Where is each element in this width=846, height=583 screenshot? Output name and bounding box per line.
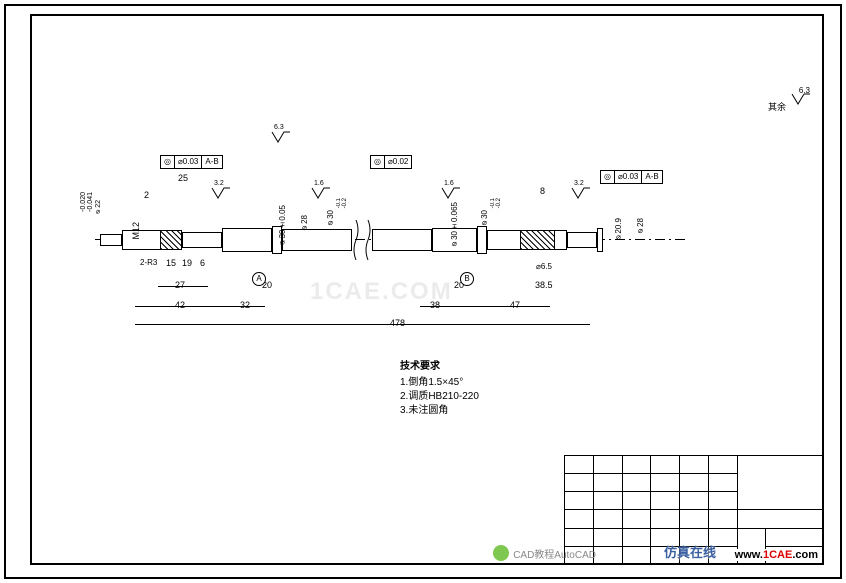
wechat-attribution: CAD教程AutoCAD bbox=[493, 545, 596, 561]
shaft-seg-1-hatch bbox=[160, 230, 182, 250]
dimline bbox=[158, 286, 208, 287]
dim-8: 8 bbox=[540, 186, 545, 196]
sf-16a: 1.6 bbox=[314, 180, 324, 187]
shaft-seg-shoulder-b bbox=[477, 226, 487, 254]
dim-385: 38.5 bbox=[535, 280, 553, 290]
tech-note-2: 2.调质HB210-220 bbox=[400, 390, 479, 404]
surface-finish-icon bbox=[270, 130, 290, 144]
dim-47: 47 bbox=[510, 300, 520, 310]
break-symbol bbox=[352, 220, 372, 260]
dim-6: 6 bbox=[200, 258, 205, 268]
dim-2: 2 bbox=[144, 190, 149, 200]
gdt-symbol-icon: ◎ bbox=[371, 156, 385, 168]
dim-d65: ⌀6.5 bbox=[536, 262, 552, 271]
dim-25: 25 bbox=[178, 173, 188, 183]
shaft-seg-endcap bbox=[597, 228, 603, 252]
sf-16b: 1.6 bbox=[444, 180, 454, 187]
sf-63: 6.3 bbox=[274, 124, 284, 131]
dim-19: 19 bbox=[182, 258, 192, 268]
gdt-frame-center: ◎ ⌀0.02 bbox=[370, 155, 412, 169]
dim-d30body-tol: -0.1 -0.2 bbox=[336, 198, 348, 208]
wechat-text: CAD教程AutoCAD bbox=[513, 546, 596, 561]
watermark-center: 1CAE.COM bbox=[310, 278, 453, 306]
gdt-frame-left: ◎ ⌀0.03 A-B bbox=[160, 155, 223, 169]
dim-478: 478 bbox=[390, 318, 405, 328]
dim-d22: ⌀22 bbox=[95, 200, 103, 216]
shaft-seg-2 bbox=[182, 232, 222, 248]
gdt-datum: A-B bbox=[202, 156, 221, 168]
dim-32: 32 bbox=[240, 300, 250, 310]
shaft-seg-end bbox=[567, 232, 597, 248]
surface-finish-icon bbox=[440, 186, 460, 200]
gdt-tol: ⌀0.02 bbox=[385, 156, 411, 168]
dim-m12: M12 bbox=[131, 222, 141, 240]
dim-27: 27 bbox=[175, 280, 185, 290]
dim-d30c-tol: -0.1 -0.2 bbox=[490, 198, 502, 208]
dim-d30c: ⌀30 bbox=[480, 210, 489, 228]
dimline bbox=[135, 324, 590, 325]
gdt-frame-right: ◎ ⌀0.03 A-B bbox=[600, 170, 663, 184]
dim-r3: 2-R3 bbox=[140, 258, 157, 267]
gdt-symbol-icon: ◎ bbox=[161, 156, 175, 168]
dim-d28r: ⌀28 bbox=[636, 218, 645, 236]
dim-42: 42 bbox=[175, 300, 185, 310]
brand-watermark: 仿真在线 bbox=[664, 542, 716, 561]
dim-15: 15 bbox=[166, 258, 176, 268]
domain-watermark: www.1CAE.com bbox=[735, 549, 818, 561]
general-finish-label: 其余 bbox=[768, 100, 786, 113]
dimline bbox=[420, 306, 550, 307]
gdt-tol: ⌀0.03 bbox=[175, 156, 202, 168]
sf-32a: 3.2 bbox=[214, 180, 224, 187]
wechat-icon bbox=[493, 545, 509, 561]
dim-d30a: ⌀30±0.05 bbox=[278, 205, 287, 247]
shaft-seg-key-hatch bbox=[520, 230, 555, 250]
shaft-drawing bbox=[100, 220, 680, 260]
shaft-seg-body-l bbox=[282, 229, 352, 251]
dim-d209: ⌀20.9 bbox=[614, 218, 623, 243]
sf-32b: 3.2 bbox=[574, 180, 584, 187]
gdt-tol: ⌀0.03 bbox=[615, 171, 642, 183]
datum-b-icon: B bbox=[460, 272, 474, 286]
surface-finish-icon bbox=[570, 186, 590, 200]
technical-notes: 技术要求 1.倒角1.5×45° 2.调质HB210-220 3.未注圆角 bbox=[400, 360, 479, 418]
surface-finish-icon bbox=[310, 186, 330, 200]
shaft-seg-thread bbox=[100, 234, 122, 246]
shaft-seg-3 bbox=[222, 228, 272, 252]
tech-note-3: 3.未注圆角 bbox=[400, 404, 479, 418]
dimline bbox=[135, 306, 265, 307]
dim-d28: ⌀28 bbox=[300, 215, 309, 233]
tech-note-1: 1.倒角1.5×45° bbox=[400, 376, 479, 390]
dim-d22-tol: -0.020 -0.041 bbox=[80, 192, 94, 212]
surface-finish-icon bbox=[210, 186, 230, 200]
datum-a-icon: A bbox=[252, 272, 266, 286]
others-text: 其余 bbox=[768, 102, 786, 112]
gdt-datum: A-B bbox=[642, 171, 661, 183]
gdt-symbol-icon: ◎ bbox=[601, 171, 615, 183]
shaft-seg-body-r bbox=[372, 229, 432, 251]
dim-d30b: ⌀30±0.065 bbox=[450, 202, 459, 249]
tech-notes-title: 技术要求 bbox=[400, 360, 479, 374]
general-finish-value: 6.3 bbox=[799, 86, 810, 95]
dim-d30body: ⌀30 bbox=[326, 210, 335, 228]
